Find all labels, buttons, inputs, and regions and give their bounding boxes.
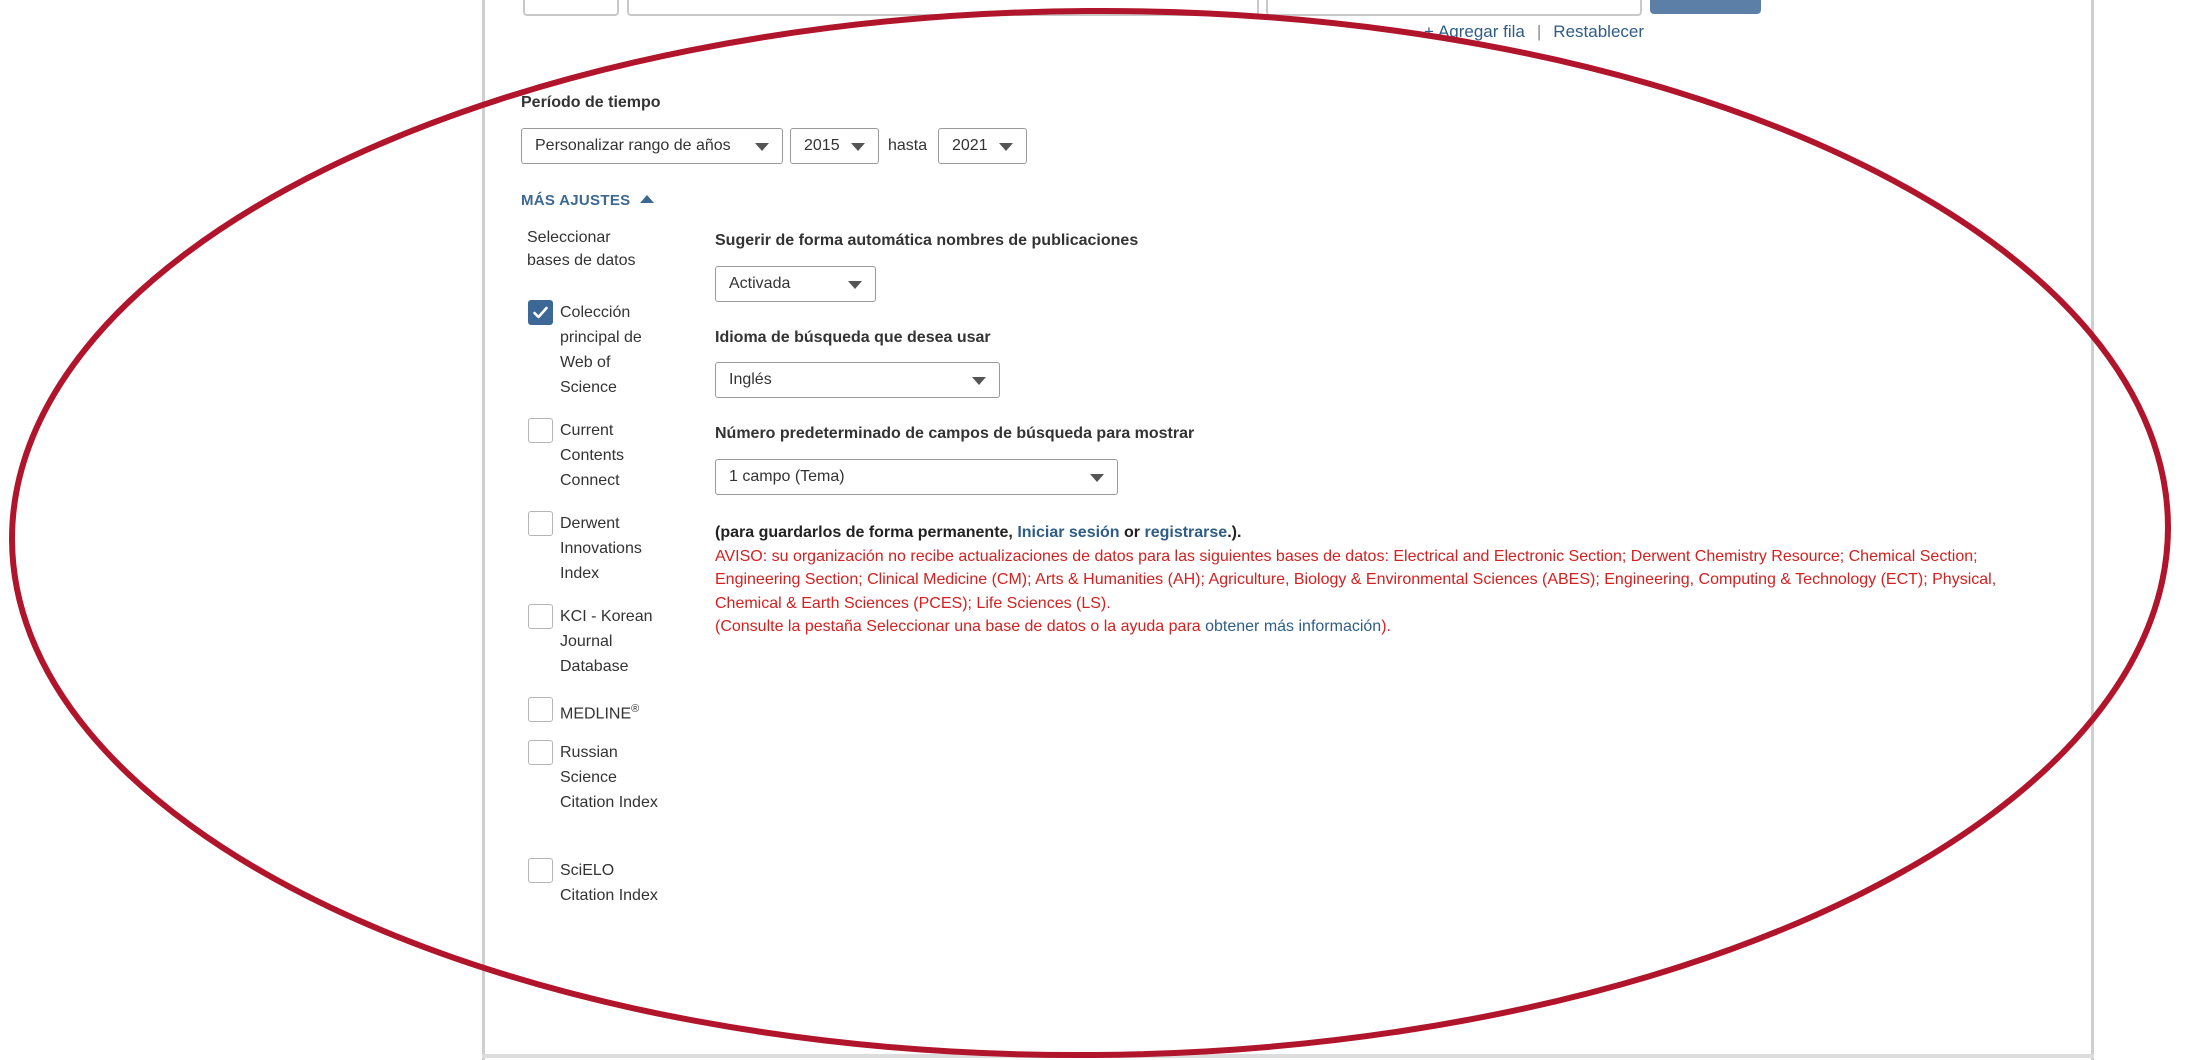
annotation-ellipse [9,7,2171,1059]
